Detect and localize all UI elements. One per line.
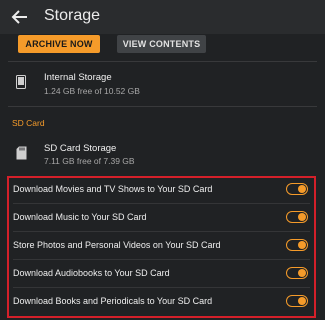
sd-card-section-heading: SD Card bbox=[12, 118, 45, 128]
toggle-label: Store Photos and Personal Videos on Your… bbox=[13, 240, 221, 250]
toggle-knob bbox=[298, 240, 306, 249]
toggle-switch[interactable] bbox=[286, 183, 308, 195]
toggle-label: Download Books and Periodicals to Your S… bbox=[13, 296, 213, 306]
toggle-switch[interactable] bbox=[286, 295, 308, 307]
toggle-label: Download Audiobooks to Your SD Card bbox=[13, 268, 170, 278]
sd-card-storage-title[interactable]: SD Card Storage bbox=[44, 143, 116, 154]
phone-storage-icon bbox=[16, 75, 26, 89]
toggle-knob bbox=[298, 212, 306, 221]
back-arrow-icon[interactable] bbox=[10, 7, 30, 27]
view-contents-button[interactable]: VIEW CONTENTS bbox=[117, 35, 206, 53]
toggle-switch[interactable] bbox=[286, 267, 308, 279]
toggle-row-books[interactable]: Download Books and Periodicals to Your S… bbox=[9, 289, 314, 316]
toggle-knob bbox=[298, 296, 306, 305]
divider bbox=[13, 231, 310, 232]
toggle-row-music[interactable]: Download Music to Your SD Card bbox=[9, 205, 314, 232]
toggle-row-movies[interactable]: Download Movies and TV Shows to Your SD … bbox=[9, 177, 314, 204]
divider bbox=[8, 61, 317, 62]
internal-storage-title[interactable]: Internal Storage bbox=[44, 72, 112, 83]
sd-card-storage-subtitle: 7.11 GB free of 7.39 GB bbox=[44, 156, 135, 166]
toggle-label: Download Music to Your SD Card bbox=[13, 212, 147, 222]
page-title: Storage bbox=[44, 7, 101, 24]
toggle-row-photos[interactable]: Store Photos and Personal Videos on Your… bbox=[9, 233, 314, 260]
toggle-row-audiobooks[interactable]: Download Audiobooks to Your SD Card bbox=[9, 261, 314, 288]
sd-card-icon bbox=[16, 146, 27, 160]
toggle-knob bbox=[298, 184, 306, 193]
toggle-knob bbox=[298, 268, 306, 277]
divider bbox=[8, 106, 317, 107]
app-bar: Storage bbox=[0, 0, 325, 34]
divider bbox=[13, 259, 310, 260]
internal-storage-subtitle: 1.24 GB free of 10.52 GB bbox=[44, 86, 140, 96]
archive-now-button[interactable]: ARCHIVE NOW bbox=[18, 35, 100, 53]
divider bbox=[13, 203, 310, 204]
toggle-switch[interactable] bbox=[286, 239, 308, 251]
toggle-label: Download Movies and TV Shows to Your SD … bbox=[13, 184, 213, 194]
toggle-switch[interactable] bbox=[286, 211, 308, 223]
divider bbox=[13, 287, 310, 288]
